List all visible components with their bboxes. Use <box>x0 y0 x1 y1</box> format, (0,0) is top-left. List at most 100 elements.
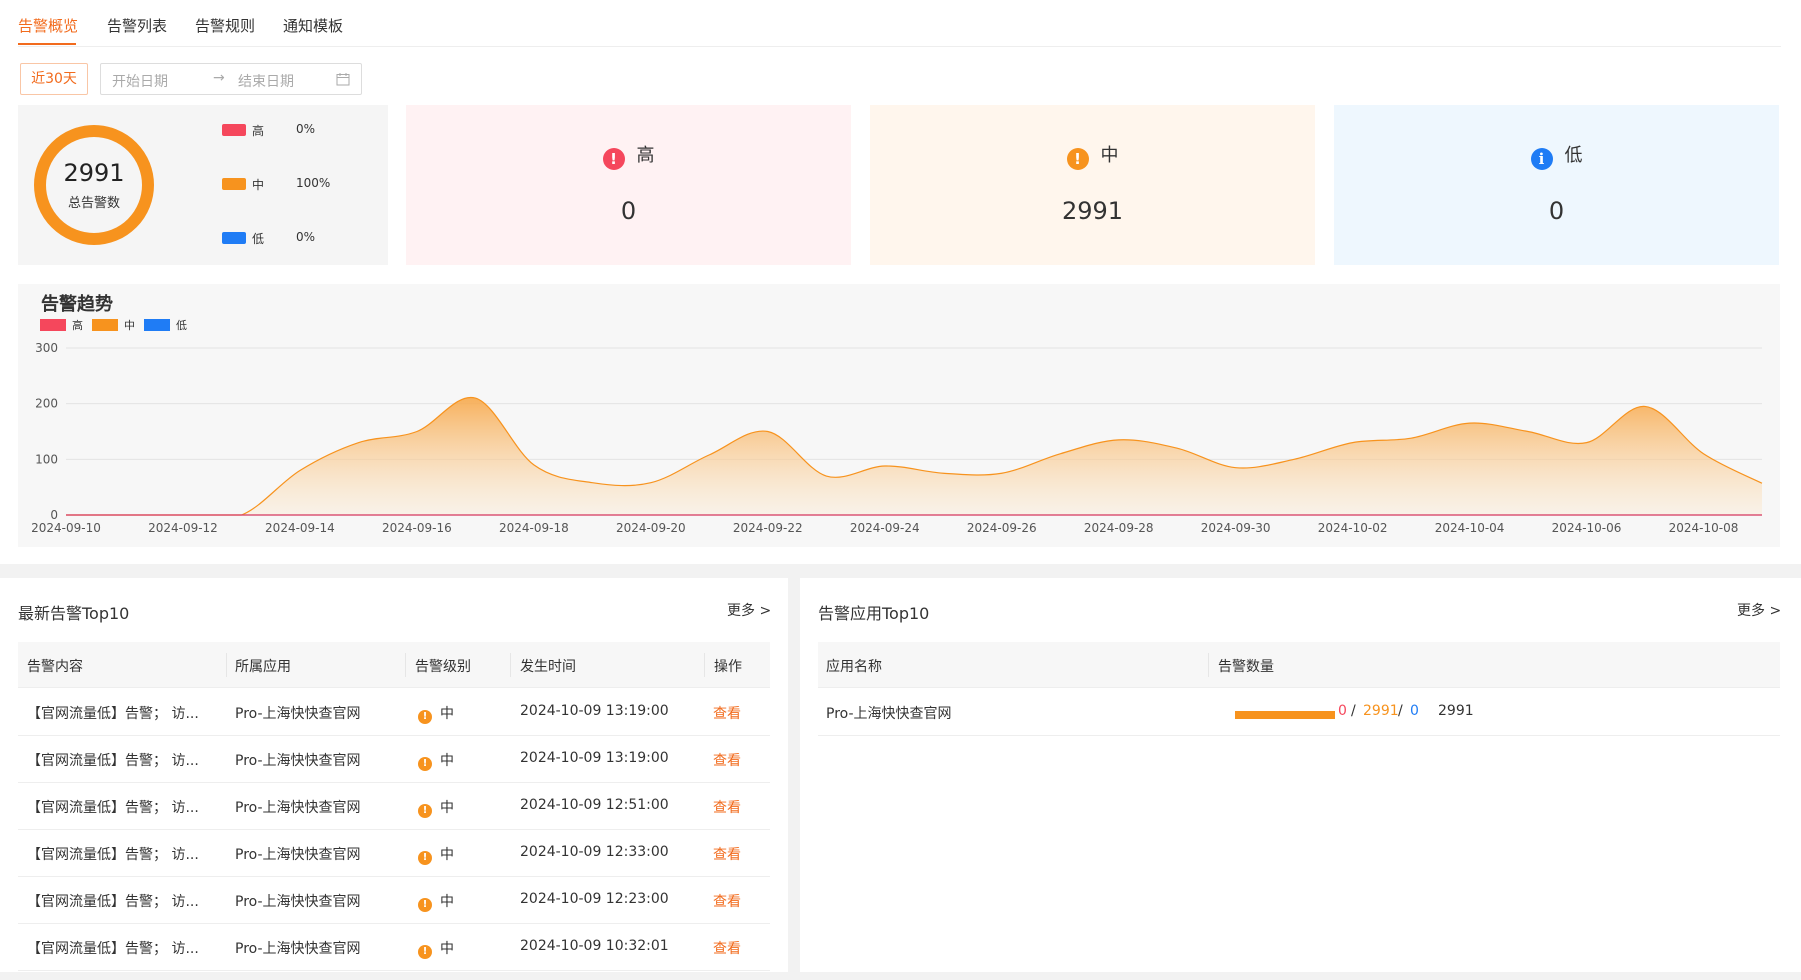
level-card-low[interactable]: i低 0 <box>1334 105 1779 265</box>
exclamation-icon: ! <box>418 710 432 724</box>
active-tab-indicator <box>18 43 76 45</box>
exclamation-icon: ! <box>418 851 432 865</box>
x-tick-label: 2024-09-28 <box>1084 521 1154 535</box>
view-link[interactable]: 查看 <box>713 750 741 770</box>
table-row: 【官网流量低】告警； 访... Pro-上海快快查官网 ! 中 2024-10-0… <box>18 783 770 830</box>
alert-app: Pro-上海快快查官网 <box>235 941 361 957</box>
alert-time: 2024-10-09 12:33:00 <box>520 844 669 860</box>
y-tick-label: 300 <box>35 341 58 355</box>
chart-legend-high-swatch <box>40 319 66 331</box>
tab-notify-template[interactable]: 通知模板 <box>283 15 343 36</box>
count-separator: / <box>1398 703 1403 719</box>
chart-legend-mid-label: 中 <box>124 319 135 332</box>
alert-level: ! 中 <box>418 797 454 818</box>
col-alert-count: 告警数量 <box>1218 659 1274 675</box>
low-swatch <box>222 232 246 244</box>
view-link[interactable]: 查看 <box>713 844 741 864</box>
level-card-mid-title: ! 中 <box>870 141 1315 170</box>
alert-level: ! 中 <box>418 703 454 724</box>
calendar-icon[interactable] <box>336 72 350 86</box>
view-link[interactable]: 查看 <box>713 891 741 911</box>
chart-legend-mid[interactable]: 中 <box>92 317 135 333</box>
alert-level: ! 中 <box>418 891 454 912</box>
alert-app: Pro-上海快快查官网 <box>235 847 361 863</box>
total-alert-count: 2991 <box>63 159 125 187</box>
view-link[interactable]: 查看 <box>713 938 741 958</box>
table-row: 【官网流量低】告警； 访... Pro-上海快快查官网 ! 中 2024-10-0… <box>18 689 770 736</box>
app-total-count: 2991 <box>1438 703 1474 719</box>
level-card-mid-name: 中 <box>1100 145 1119 166</box>
x-tick-label: 2024-10-02 <box>1318 521 1388 535</box>
table-row: 【官网流量低】告警； 访... Pro-上海快快查官网 ! 中 2024-10-0… <box>18 736 770 783</box>
view-link[interactable]: 查看 <box>713 797 741 817</box>
alert-level-text: 中 <box>440 800 454 816</box>
start-date-input[interactable]: 开始日期 <box>112 71 168 91</box>
x-tick-label: 2024-10-06 <box>1552 521 1622 535</box>
chart-legend-mid-swatch <box>92 319 118 331</box>
legend-low-percent: 0% <box>296 230 316 244</box>
app-alert-bar <box>1235 711 1335 719</box>
alert-time: 2024-10-09 13:19:00 <box>520 703 669 719</box>
series-mid-area <box>66 397 1762 515</box>
x-tick-label: 2024-09-24 <box>850 521 920 535</box>
app-low-count: 0 <box>1410 703 1419 719</box>
alert-level-text: 中 <box>440 753 454 769</box>
info-icon: i <box>1530 148 1553 170</box>
top-apps-panel: 告警应用Top10 更多 > 应用名称 告警数量 Pro-上海快快查官网 0 /… <box>800 578 1801 972</box>
alert-level-text: 中 <box>440 847 454 863</box>
range-arrow: → <box>213 70 225 86</box>
latest-alerts-more-link[interactable]: 更多 > <box>727 600 771 620</box>
col-action: 操作 <box>714 659 742 675</box>
end-date-input[interactable]: 结束日期 <box>238 71 294 91</box>
alert-level: ! 中 <box>418 750 454 771</box>
x-tick-label: 2024-10-08 <box>1669 521 1739 535</box>
alert-content: 【官网流量低】告警； 访... <box>27 753 199 769</box>
level-card-mid-count: 2991 <box>1061 197 1124 225</box>
last-30-days-button[interactable]: 近30天 <box>20 63 88 95</box>
x-tick-label: 2024-09-16 <box>382 521 452 535</box>
alert-level-text: 中 <box>440 706 454 722</box>
alert-content: 【官网流量低】告警； 访... <box>27 941 199 957</box>
level-card-low-title: i低 <box>1334 141 1779 170</box>
page: 告警概览 告警列表 告警规则 通知模板 近30天 开始日期 → 结束日期 299… <box>0 0 1801 980</box>
latest-alerts-title: 最新告警Top10 <box>18 604 130 623</box>
chart-legend-low[interactable]: 低 <box>144 317 187 333</box>
alert-level-text: 中 <box>440 941 454 957</box>
alert-content: 【官网流量低】告警； 访... <box>27 847 199 863</box>
chart-legend-low-swatch <box>144 319 170 331</box>
col-time: 发生时间 <box>520 659 576 675</box>
summary-card: 2991 总告警数 高 0% 中 100% 低 0% <box>18 105 388 265</box>
alert-time: 2024-10-09 12:51:00 <box>520 797 669 813</box>
tab-alert-list[interactable]: 告警列表 <box>107 15 167 36</box>
date-range-picker[interactable]: 开始日期 → 结束日期 <box>100 63 362 95</box>
x-tick-label: 2024-09-12 <box>148 521 218 535</box>
x-tick-label: 2024-09-26 <box>967 521 1037 535</box>
level-card-mid[interactable]: ! 中 2991 <box>870 105 1315 265</box>
level-card-high[interactable]: ! 高 0 <box>406 105 851 265</box>
exclamation-icon: ! <box>418 945 432 959</box>
top-apps-more-link[interactable]: 更多 > <box>1737 600 1781 620</box>
alert-content: 【官网流量低】告警； 访... <box>27 800 199 816</box>
col-app: 所属应用 <box>235 659 291 675</box>
x-tick-label: 2024-09-22 <box>733 521 803 535</box>
overview-panel: 告警概览 告警列表 告警规则 通知模板 近30天 开始日期 → 结束日期 299… <box>0 0 1801 564</box>
app-name[interactable]: Pro-上海快快查官网 <box>826 703 952 723</box>
col-separator <box>704 653 705 677</box>
alert-level: ! 中 <box>418 938 454 959</box>
app-high-count: 0 <box>1338 703 1347 719</box>
high-swatch <box>222 124 246 136</box>
x-tick-label: 2024-09-30 <box>1201 521 1271 535</box>
y-tick-label: 200 <box>35 397 58 411</box>
tab-overview[interactable]: 告警概览 <box>18 15 78 36</box>
view-link[interactable]: 查看 <box>713 703 741 723</box>
exclamation-icon: ! <box>602 148 625 170</box>
tab-alert-rules[interactable]: 告警规则 <box>195 15 255 36</box>
exclamation-icon: ! <box>1066 148 1089 170</box>
table-row: 【官网流量低】告警； 访... Pro-上海快快查官网 ! 中 2024-10-0… <box>18 924 770 971</box>
chart-legend-high[interactable]: 高 <box>40 317 83 333</box>
col-separator <box>1208 653 1209 677</box>
alert-time: 2024-10-09 13:19:00 <box>520 750 669 766</box>
col-app-name: 应用名称 <box>826 659 882 675</box>
y-tick-label: 100 <box>35 452 58 466</box>
table-row: 【官网流量低】告警； 访... Pro-上海快快查官网 ! 中 2024-10-0… <box>18 877 770 924</box>
